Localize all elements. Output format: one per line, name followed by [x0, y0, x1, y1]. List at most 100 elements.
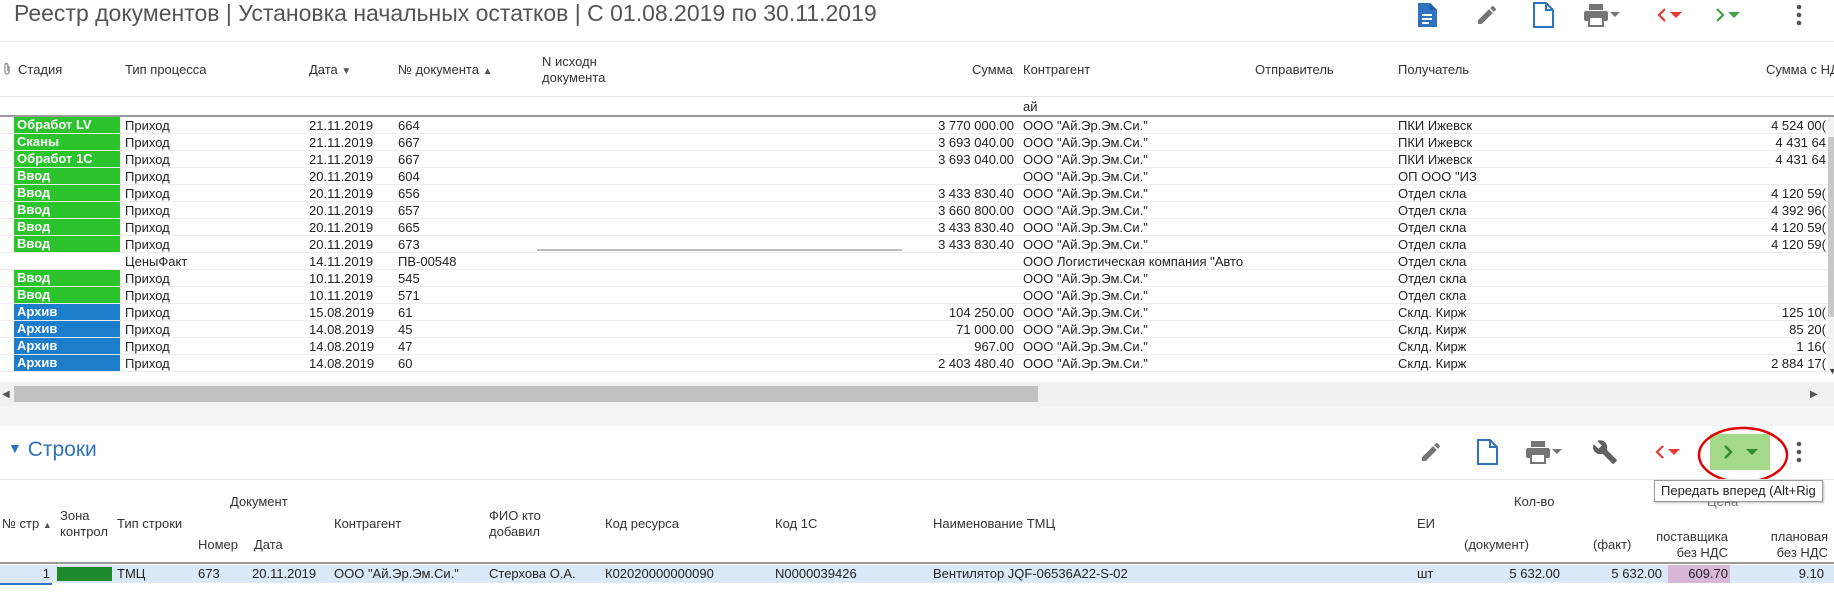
column-header-unit[interactable]: ЕИ [1417, 516, 1435, 532]
cell-stage: Ввод [14, 219, 120, 235]
chevron-down-icon [1728, 12, 1740, 18]
table-row[interactable]: Ввод Приход 20.11.2019 656 3 433 830.40 ООО "… [0, 185, 1834, 202]
forward-button[interactable] [1704, 0, 1750, 30]
cell-receiver: Отдел скла [1398, 288, 1467, 303]
table-row[interactable]: Обработ 1С Приход 21.11.2019 667 3 693 040.0… [0, 151, 1834, 168]
cell-process: Приход [125, 339, 170, 354]
cell-process: Приход [125, 356, 170, 371]
column-header-docno[interactable]: № документа ▲ [398, 62, 492, 80]
table-row[interactable]: Ввод Приход 20.11.2019 657 3 660 800.00 ООО "… [0, 202, 1834, 219]
vertical-scrollbar-thumb[interactable] [1828, 137, 1834, 317]
column-header-qty-doc[interactable]: (документ) [1464, 537, 1529, 553]
column-header-srcdoc[interactable]: N исходн документа [542, 54, 622, 86]
column-header-price-planned[interactable]: плановая без НДС [1754, 529, 1828, 561]
column-header-doc-date[interactable]: Дата [254, 537, 283, 553]
column-header-date[interactable]: Дата ▼ [309, 62, 351, 80]
column-header-sum[interactable]: Сумма [972, 62, 1013, 78]
column-scroll-indicator [537, 249, 902, 251]
more-menu-button[interactable] [1784, 0, 1814, 30]
column-header-receiver[interactable]: Получатель [1398, 62, 1469, 78]
column-header-price-supplier[interactable]: поставщика без НДС [1640, 529, 1728, 561]
table-row[interactable]: Сканы Приход 21.11.2019 667 3 693 040.00 ООО … [0, 134, 1834, 151]
column-header-zone[interactable]: Зона контрол [60, 508, 112, 540]
column-header-docno-label: № документа [398, 62, 479, 77]
column-header-row-type[interactable]: Тип строки [117, 516, 182, 532]
column-header-stage[interactable]: Стадия [18, 62, 62, 78]
filter-contractor-input[interactable]: ай [1023, 99, 1038, 115]
table-row[interactable]: Архив Приход 14.08.2019 45 71 000.00 ООО "Ай.… [0, 321, 1834, 338]
column-header-sender[interactable]: Отправитель [1255, 62, 1334, 78]
lines-edit-button[interactable] [1414, 437, 1448, 467]
cell-process: ЦеныФакт [125, 254, 188, 269]
table-row[interactable]: 1 ТМЦ 673 20.11.2019 ООО "Ай.Эр.Эм.Си." Стерх… [0, 565, 1834, 583]
column-header-line-no[interactable]: № стр ▲ [2, 516, 52, 533]
kebab-menu-icon [1796, 441, 1802, 463]
new-document-button[interactable] [1526, 0, 1560, 30]
cell-stage: Архив [14, 321, 120, 337]
scroll-left-icon[interactable]: ◀ [2, 389, 10, 400]
table-row[interactable]: Ввод Приход 10.11.2019 545 ООО "Ай.Эр.Эм.Си.… [0, 270, 1834, 287]
column-header-contractor[interactable]: Контрагент [1023, 62, 1090, 78]
cell-docno: 571 [398, 288, 420, 303]
table-row[interactable]: Обработ LV Приход 21.11.2019 664 3 770 000.0… [0, 117, 1834, 134]
page-title: Реестр документов | Установка начальных … [14, 0, 877, 26]
column-header-contractor2[interactable]: Контрагент [334, 516, 401, 532]
cell-stage [14, 253, 120, 269]
divider [0, 96, 1834, 97]
horizontal-scrollbar[interactable]: ◀ ▶ [0, 382, 1834, 406]
scroll-right-icon[interactable]: ▶ [1810, 389, 1818, 400]
table-row[interactable]: Ввод Приход 10.11.2019 571 ООО "Ай.Эр.Эм.Си.… [0, 287, 1834, 304]
cell-stage: Архив [14, 338, 120, 354]
cell-contractor: ООО "Ай.Эр.Эм.Си." [1023, 237, 1148, 252]
cell-contractor: ООО "Ай.Эр.Эм.Си." [1023, 203, 1148, 218]
cell-stage: Сканы [14, 134, 120, 150]
cell-docno: 664 [398, 118, 420, 133]
cell-sumvat: 4 120 59( [1771, 186, 1826, 201]
edit-button[interactable] [1470, 0, 1504, 30]
table-row[interactable]: ЦеныФакт 14.11.2019 ПВ-00548 ООО Логистичес… [0, 253, 1834, 270]
cell-docno: ПВ-00548 [398, 254, 457, 269]
cell-date: 20.11.2019 [309, 220, 374, 235]
column-header-sumvat[interactable]: Сумма с НД [1766, 62, 1834, 78]
table-row[interactable]: Ввод Приход 20.11.2019 604 ООО "Ай.Эр.Эм.Си.… [0, 168, 1834, 185]
column-header-process[interactable]: Тип процесса [125, 62, 207, 78]
column-header-resource[interactable]: Код ресурса [605, 516, 679, 532]
cell-docno: 604 [398, 169, 420, 184]
cell-docno: 656 [398, 186, 420, 201]
table-row[interactable]: Ввод Приход 20.11.2019 665 3 433 830.40 ООО "… [0, 219, 1834, 236]
app-window: { "header": { "title": "Реестр документо… [0, 0, 1834, 600]
lines-settings-button[interactable] [1588, 437, 1622, 467]
column-header-added-by[interactable]: ФИО кто добавил [489, 508, 559, 540]
table-row[interactable]: Ввод Приход 20.11.2019 673 3 433 830.40 ООО "… [0, 236, 1834, 253]
sort-asc-icon: ▲ [482, 66, 493, 77]
column-header-name[interactable]: Наименование ТМЦ [933, 516, 1055, 532]
chevron-left-icon [1655, 445, 1664, 459]
print-button[interactable] [1576, 0, 1628, 30]
document-list-button[interactable] [1410, 0, 1444, 30]
cell-sum: 3 693 040.00 [938, 135, 1014, 150]
cell-stage: Ввод [14, 202, 120, 218]
table-row[interactable]: Архив Приход 15.08.2019 61 104 250.00 ООО "Ай… [0, 304, 1834, 321]
cell-receiver: Отдел скла [1398, 237, 1467, 252]
horizontal-scrollbar-thumb[interactable] [14, 386, 1038, 402]
table-row[interactable]: Архив Приход 14.08.2019 60 2 403 480.40 ООО "… [0, 355, 1834, 372]
lines-print-button[interactable] [1518, 437, 1570, 467]
cell-date: 20.11.2019 [309, 169, 374, 184]
cell-line-no: 1 [42, 566, 50, 581]
column-header-code1c[interactable]: Код 1С [775, 516, 817, 532]
lines-back-button[interactable] [1644, 437, 1690, 467]
cell-contractor: ООО "Ай.Эр.Эм.Си." [1023, 118, 1148, 133]
back-button[interactable] [1646, 0, 1692, 30]
table-row[interactable]: Архив Приход 14.08.2019 47 967.00 ООО "Ай.Эр.… [0, 338, 1834, 355]
lines-section-header[interactable]: ▼ Строки [8, 438, 97, 462]
chevron-down-icon [1552, 449, 1562, 454]
column-header-doc-no[interactable]: Номер [198, 537, 238, 553]
cell-receiver: ПКИ Ижевск [1398, 118, 1473, 133]
lines-new-document-button[interactable] [1470, 437, 1504, 467]
vertical-scrollbar[interactable] [1828, 117, 1834, 372]
cell-name: Вентилятор JQF-06536A22-S-02 [933, 566, 1128, 581]
column-header-qty-fact[interactable]: (факт) [1593, 537, 1631, 553]
cell-receiver: Склд. Кирж [1398, 322, 1467, 337]
scroll-down-icon[interactable]: ▼ [1828, 366, 1834, 376]
cell-qty-doc: 5 632.00 [1509, 566, 1560, 581]
